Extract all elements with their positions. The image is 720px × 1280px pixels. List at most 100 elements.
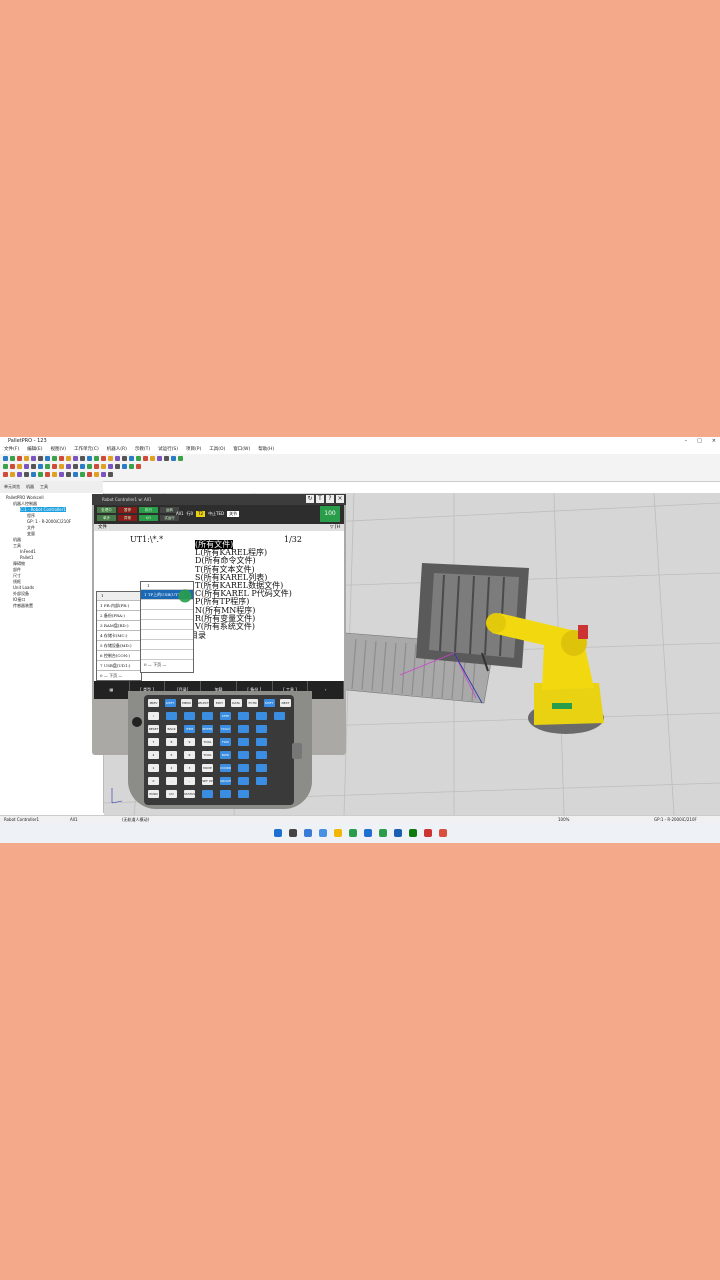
menu-item[interactable]: 工作单元(C) <box>74 446 99 454</box>
keypad-key[interactable] <box>238 764 249 772</box>
toolbar-tool-icon[interactable] <box>80 472 85 477</box>
tree-item[interactable]: 传感器装置 <box>13 603 33 608</box>
keypad-key[interactable] <box>256 777 267 785</box>
keypad-key[interactable]: FCTN <box>247 699 258 707</box>
minimize-button[interactable]: – <box>685 437 688 446</box>
toolbar-tool-icon[interactable] <box>66 464 71 469</box>
keypad-key[interactable] <box>184 712 195 720</box>
toolbar-tool-icon[interactable] <box>101 456 106 461</box>
keypad-key[interactable]: - <box>184 777 195 785</box>
toolbar-tool-icon[interactable] <box>157 456 162 461</box>
tree-item[interactable]: 程序 <box>27 513 35 518</box>
keypad-key[interactable] <box>256 738 267 746</box>
function-key[interactable]: ▦ <box>94 681 130 699</box>
device-popup[interactable]: 11 FR:内部(FR:) 2 备份(FRA:) 3 RAM盘(RD:) 4 存储卡(… <box>96 591 142 681</box>
taskbar-app-icon[interactable] <box>393 829 402 837</box>
toolbar-tool-icon[interactable] <box>164 456 169 461</box>
tree-item[interactable]: 线框 <box>13 579 21 584</box>
menu-item[interactable]: 文件(F) <box>4 446 19 454</box>
keypad-key[interactable] <box>238 751 249 759</box>
toolbar-tool-icon[interactable] <box>17 472 22 477</box>
toolbar-tool-icon[interactable] <box>45 472 50 477</box>
toolbar-tool-icon[interactable] <box>122 456 127 461</box>
device-menu-item[interactable]: 0 — 下页 — <box>97 670 141 680</box>
pendant-close-icon[interactable]: × <box>336 495 344 503</box>
keypad-key[interactable]: . <box>166 777 177 785</box>
toolbar-tool-icon[interactable] <box>73 456 78 461</box>
toolbar-tool-icon[interactable] <box>45 456 50 461</box>
keypad-key[interactable] <box>256 764 267 772</box>
keypad-key[interactable]: FWD <box>220 738 231 746</box>
menu-item[interactable]: 视图(V) <box>50 446 66 454</box>
keypad-key[interactable]: BWD <box>220 751 231 759</box>
override-indicator[interactable]: 100 <box>320 506 340 522</box>
toolbar-tool-icon[interactable] <box>31 472 36 477</box>
keypad-key[interactable]: MENU <box>181 699 192 707</box>
device-menu-item[interactable]: 2 备份(FRA:) <box>97 610 141 620</box>
toolbar-tool-icon[interactable] <box>101 472 106 477</box>
toolbar-tool-icon[interactable] <box>87 456 92 461</box>
taskbar-app-icon[interactable] <box>438 829 447 837</box>
taskbar-app-icon[interactable] <box>378 829 387 837</box>
keypad-key[interactable]: 3 <box>184 764 195 772</box>
toolbar-tool-icon[interactable] <box>87 464 92 469</box>
toolbar-tool-icon[interactable] <box>129 456 134 461</box>
keypad-key[interactable]: BACK SPACE <box>166 725 177 739</box>
tree-item[interactable]: 外部设备 <box>13 591 29 596</box>
enable-switch-icon[interactable] <box>132 717 142 727</box>
keypad-key[interactable] <box>220 790 231 798</box>
keypad-key[interactable]: GROUP <box>220 777 231 785</box>
toolbar-tool-icon[interactable] <box>94 456 99 461</box>
keypad-key[interactable]: COORD <box>220 764 231 772</box>
keypad-key[interactable] <box>202 712 213 720</box>
toolbar-tool-icon[interactable] <box>87 472 92 477</box>
device-menu-item[interactable]: 1 FR:内部(FR:) <box>97 600 141 610</box>
toolbar-tool-icon[interactable] <box>38 464 43 469</box>
keypad-key[interactable]: SET UP <box>202 777 213 785</box>
toolbar-tool-icon[interactable] <box>143 456 148 461</box>
keypad-key[interactable] <box>238 712 249 720</box>
toolbar-tool-icon[interactable] <box>66 456 71 461</box>
toolbar-tool-icon[interactable] <box>171 456 176 461</box>
keypad-key[interactable]: 7 <box>148 738 159 746</box>
toolbar-tool-icon[interactable] <box>17 464 22 469</box>
keypad-key[interactable] <box>256 712 267 720</box>
keypad-key[interactable]: STATUS <box>184 790 195 798</box>
tree-item[interactable]: 障碍物 <box>13 561 25 566</box>
toolbar-tool-icon[interactable] <box>94 472 99 477</box>
subdevice-menu-item[interactable]: 0 — 下页 — <box>141 659 193 669</box>
toolbar-tool-icon[interactable] <box>115 456 120 461</box>
toolbar-tool-icon[interactable] <box>24 472 29 477</box>
tree-item[interactable]: GP: 1 - R-2000iC/210F <box>27 519 71 524</box>
menu-item[interactable]: 机器人(R) <box>107 446 127 454</box>
tree-item[interactable]: Unit Loads <box>13 585 34 590</box>
keypad-key[interactable]: ITEM <box>184 725 195 733</box>
toolbar-tool-icon[interactable] <box>59 456 64 461</box>
toolbar-tool-icon[interactable] <box>108 456 113 461</box>
keypad-key[interactable]: MOVE MENU <box>202 764 213 778</box>
toolbar-tool-icon[interactable] <box>10 456 15 461</box>
toolbar-tool-icon[interactable] <box>17 456 22 461</box>
menu-item[interactable]: 工具(O) <box>209 446 225 454</box>
keypad-key[interactable]: STEP <box>220 712 231 720</box>
taskbar-app-icon[interactable] <box>348 829 357 837</box>
toolbar-tool-icon[interactable] <box>80 464 85 469</box>
toolbar-tool-icon[interactable] <box>10 464 15 469</box>
keypad-key[interactable] <box>166 712 177 720</box>
tree-tab[interactable]: 机器 <box>26 484 34 490</box>
tree-tab[interactable]: 工具 <box>40 484 48 490</box>
tree-item[interactable]: 变量 <box>27 531 35 536</box>
maximize-button[interactable]: □ <box>697 437 702 446</box>
tree-item[interactable]: InFeed1 <box>20 549 36 554</box>
device-menu-item[interactable]: 5 存储设备(MD:) <box>97 640 141 650</box>
keypad-key[interactable]: SHIFT <box>164 699 176 707</box>
toolbar-tool-icon[interactable] <box>52 464 57 469</box>
keypad-key[interactable]: 1 <box>148 764 159 772</box>
tree-tab[interactable]: 单元浏览 <box>4 484 20 490</box>
subdevice-menu-item[interactable] <box>141 639 193 649</box>
keypad-key[interactable]: 6 <box>184 751 195 759</box>
keypad-key[interactable]: TOOL 2 <box>202 751 213 765</box>
keypad-key[interactable]: I/O <box>166 790 177 798</box>
taskbar-app-icon[interactable] <box>333 829 342 837</box>
device-menu-item[interactable]: 7 USB盘(UD1:) <box>97 660 141 670</box>
